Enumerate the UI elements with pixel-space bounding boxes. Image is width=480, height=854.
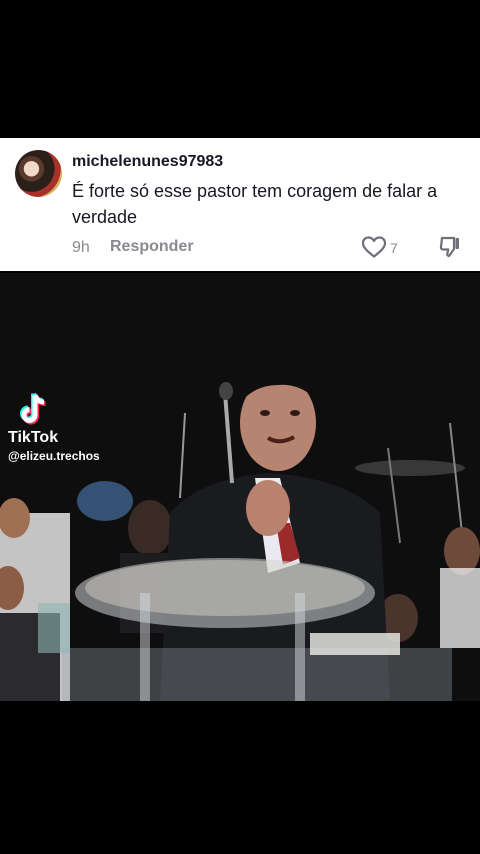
video-frame xyxy=(0,273,480,701)
comment-time: 9h xyxy=(72,239,90,256)
screen: michelenunes97983 É forte só esse pastor… xyxy=(0,0,480,854)
comment-card: michelenunes97983 É forte só esse pastor… xyxy=(0,138,480,271)
heart-outline-icon[interactable] xyxy=(361,235,387,259)
like-count: 7 xyxy=(390,240,398,256)
reply-button[interactable]: Responder xyxy=(110,238,194,256)
avatar[interactable] xyxy=(15,150,62,197)
thumbs-down-icon[interactable] xyxy=(438,235,462,259)
comment-username[interactable]: michelenunes97983 xyxy=(72,153,223,171)
tiktok-brand-text: TikTok xyxy=(8,429,59,446)
comment-text: É forte só esse pastor tem coragem de fa… xyxy=(72,181,438,227)
creator-handle: @elizeu.trechos xyxy=(8,449,100,463)
tiktok-logo-icon xyxy=(20,391,52,427)
video-player[interactable]: TikTok @elizeu.trechos xyxy=(0,273,480,701)
